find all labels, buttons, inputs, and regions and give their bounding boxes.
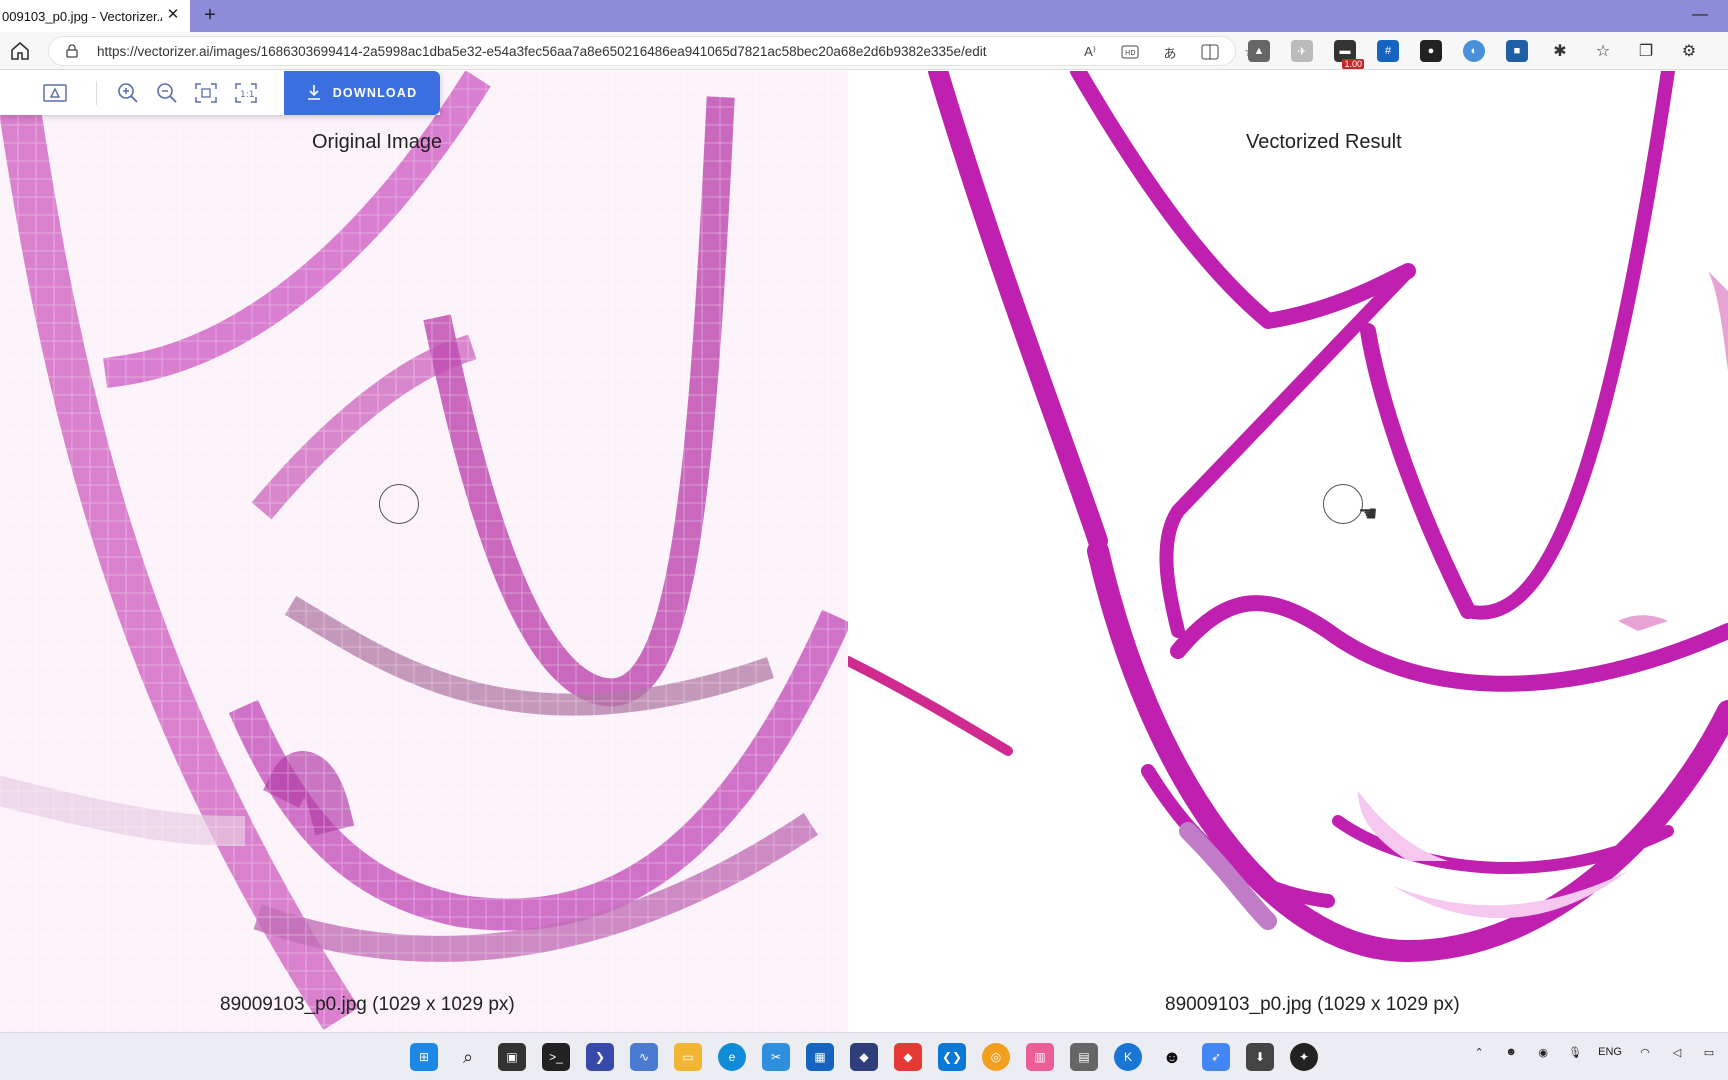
orange-app-icon[interactable]: ◎ <box>982 1043 1010 1071</box>
hand-cursor-icon: ☚ <box>1358 501 1378 526</box>
extension-badge: 1.00 <box>1342 59 1364 69</box>
original-image-label: Original Image <box>312 131 443 153</box>
file-explorer-icon[interactable]: ▭ <box>674 1043 702 1071</box>
split-screen-icon[interactable] <box>1199 41 1221 63</box>
toolbar-divider <box>96 81 97 105</box>
minimize-button[interactable]: — <box>1688 4 1712 28</box>
terminal-icon[interactable]: >_ <box>542 1043 570 1071</box>
snipping-tool-icon[interactable]: ✂ <box>762 1043 790 1071</box>
download-manager-icon[interactable]: ⬇ <box>1246 1043 1274 1071</box>
powershell-icon[interactable]: ❯ <box>586 1043 614 1071</box>
language-indicator[interactable]: ENG <box>1598 1043 1622 1061</box>
extension-hash-icon[interactable]: # <box>1377 40 1399 62</box>
settings-extension-icon[interactable]: ⚙ <box>1678 40 1700 62</box>
browser-tab[interactable]: 009103_p0.jpg - Vectorizer.AI ✕ <box>0 0 190 32</box>
zoom-out-icon[interactable] <box>152 78 182 108</box>
task-view-icon[interactable]: ▣ <box>498 1043 526 1071</box>
download-button[interactable]: DOWNLOAD <box>284 71 440 115</box>
blue-bird-app-icon[interactable]: ➶ <box>1202 1043 1230 1071</box>
svg-text:1:1: 1:1 <box>240 90 254 100</box>
search-icon[interactable]: ⌕ <box>454 1043 482 1071</box>
zoom-in-icon[interactable] <box>113 78 143 108</box>
vectorized-result-label: Vectorized Result <box>1246 131 1402 153</box>
home-icon[interactable] <box>8 39 32 63</box>
extension-counter-icon[interactable]: ▬ 1.00 <box>1334 40 1364 69</box>
lock-icon <box>65 44 79 58</box>
extension-box-icon[interactable]: ■ <box>1506 40 1528 62</box>
actual-size-icon[interactable]: 1:1 <box>231 78 261 108</box>
hd-icon[interactable]: HD <box>1119 41 1141 63</box>
new-tab-button[interactable]: + <box>198 4 222 28</box>
edge-browser-icon[interactable]: e <box>718 1043 746 1071</box>
read-aloud-icon[interactable]: A⁾ <box>1079 41 1101 63</box>
original-loupe-cursor <box>379 484 419 524</box>
svg-text:HD: HD <box>1125 49 1136 57</box>
extensions-puzzle-icon[interactable]: ✱ <box>1549 40 1571 62</box>
tab-title: 009103_p0.jpg - Vectorizer.AI <box>2 8 162 24</box>
pink-app-icon[interactable]: ▥ <box>1026 1043 1054 1071</box>
cat-app-icon[interactable]: ◆ <box>850 1043 878 1071</box>
address-bar[interactable]: https://vectorizer.ai/images/16863036994… <box>48 36 1256 66</box>
resource-monitor-icon[interactable]: ∿ <box>630 1043 658 1071</box>
steam-tray-icon[interactable]: ◉ <box>1534 1043 1552 1061</box>
store-icon[interactable]: ▦ <box>806 1043 834 1071</box>
qq-icon[interactable]: ☻ <box>1158 1043 1186 1071</box>
windows-taskbar: ⊞ ⌕ ▣ >_ ❯ ∿ ▭ e ✂ ▦ ◆ ◆ ❮❯ ◎ ▥ ▤ K ☻ ➶ … <box>0 1032 1728 1080</box>
extension-globe-icon[interactable]: ◐ <box>1463 40 1485 62</box>
vectorized-loupe-cursor <box>1323 484 1363 524</box>
anime-app-icon[interactable]: ✦ <box>1290 1043 1318 1071</box>
url-text[interactable]: https://vectorizer.ai/images/16863036994… <box>97 44 987 59</box>
favorites-icon[interactable]: ☆ <box>1592 40 1614 62</box>
original-image-panel[interactable]: Original Image 89009103_p0.jpg (1029 x 1… <box>0 71 848 1032</box>
editor-canvas[interactable]: Original Image 89009103_p0.jpg (1029 x 1… <box>0 71 1728 1032</box>
volume-icon[interactable]: ◁ <box>1668 1043 1686 1061</box>
original-file-caption: 89009103_p0.jpg (1029 x 1029 px) <box>220 994 515 1015</box>
download-icon <box>307 84 321 103</box>
vscode-icon[interactable]: ❮❯ <box>938 1043 966 1071</box>
vectorized-file-caption: 89009103_p0.jpg (1029 x 1029 px) <box>1165 994 1460 1015</box>
tab-close-icon[interactable]: ✕ <box>164 6 182 24</box>
microphone-icon[interactable]: 🎙 <box>1566 1043 1584 1061</box>
browser-nav-bar: https://vectorizer.ai/images/16863036994… <box>0 32 1728 70</box>
extension-ghost-icon[interactable]: ● <box>1420 40 1442 62</box>
start-menu-icon[interactable]: ⊞ <box>410 1043 438 1071</box>
fit-to-screen-icon[interactable] <box>191 78 221 108</box>
original-image-artwork <box>0 71 848 1032</box>
qq-tray-icon[interactable]: ☻ <box>1502 1043 1520 1061</box>
battery-icon[interactable]: ▭ <box>1700 1043 1718 1061</box>
display-mode-icon[interactable] <box>40 78 70 108</box>
extension-bird-icon[interactable]: ✈ <box>1291 40 1313 62</box>
vectorized-result-panel[interactable]: Vectorized Result 89009103_p0.jpg (1029 … <box>848 71 1728 1032</box>
show-hidden-icons-chevron-icon[interactable]: ⌃ <box>1470 1043 1488 1061</box>
wifi-icon[interactable]: ◠ <box>1636 1043 1654 1061</box>
calculator-icon[interactable]: ▤ <box>1070 1043 1098 1071</box>
download-label: DOWNLOAD <box>332 86 418 100</box>
red-app-icon[interactable]: ◆ <box>894 1043 922 1071</box>
editor-toolbar: 1:1 DOWNLOAD <box>0 71 440 115</box>
translate-icon[interactable]: あ <box>1159 41 1181 63</box>
vectorized-artwork <box>848 71 1728 1032</box>
k-app-icon[interactable]: K <box>1114 1043 1142 1071</box>
collections-icon[interactable]: ❐ <box>1635 40 1657 62</box>
browser-tab-bar: 009103_p0.jpg - Vectorizer.AI ✕ + — <box>0 0 1728 32</box>
extension-hat-icon[interactable]: ▲ <box>1248 40 1270 62</box>
